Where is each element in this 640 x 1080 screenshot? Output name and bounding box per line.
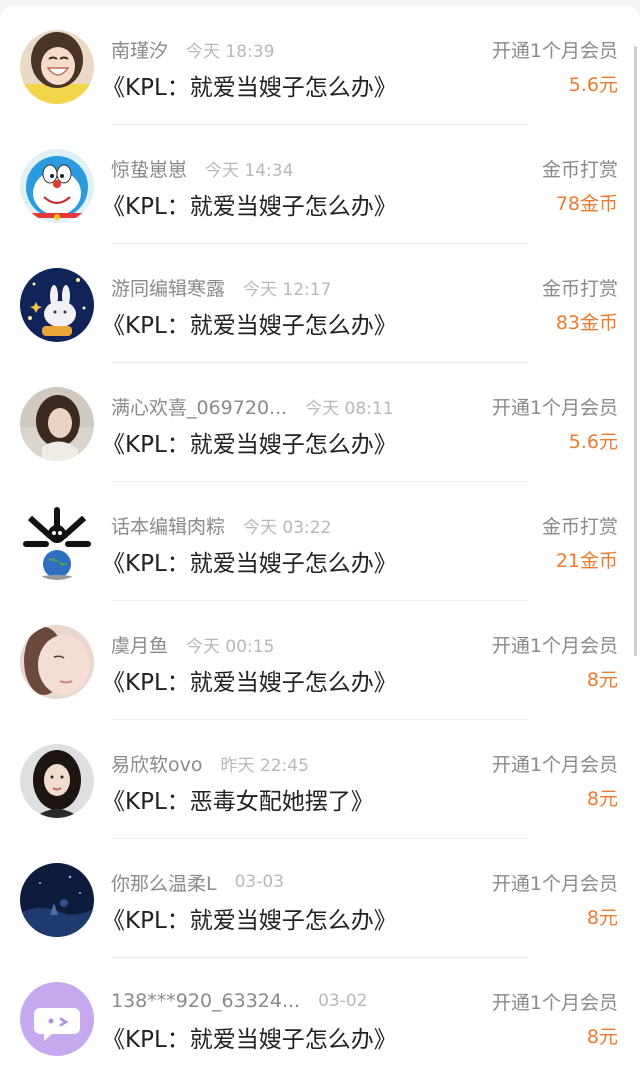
amount: 83金币: [555, 312, 618, 334]
record-list: 南瑾汐 今天 18:39 《KPL：就爱当嫂子怎么办》 开通1个月会员 5.6元: [0, 6, 640, 1080]
timestamp: 今天 08:11: [305, 398, 394, 419]
amount: 5.6元: [568, 74, 618, 96]
girl-portrait-avatar[interactable]: [20, 387, 94, 461]
username[interactable]: 游同编辑寒露: [111, 274, 225, 301]
doraemon-avatar[interactable]: [20, 149, 94, 223]
username[interactable]: 惊蛰崽崽: [111, 155, 187, 182]
dark-hair-girl-avatar[interactable]: [20, 744, 94, 818]
timestamp: 今天 14:34: [205, 160, 294, 181]
timestamp: 今天 12:17: [243, 279, 332, 300]
book-title[interactable]: 《KPL：就爱当嫂子怎么办》: [102, 544, 397, 578]
action-type: 开通1个月会员: [491, 635, 618, 657]
amount: 78金币: [555, 193, 618, 215]
username[interactable]: 虞月鱼: [111, 631, 168, 658]
amount: 8元: [586, 1026, 618, 1048]
timestamp: 今天 03:22: [243, 517, 332, 538]
amount: 8元: [586, 788, 618, 810]
action-type: 开通1个月会员: [491, 397, 618, 419]
username[interactable]: 南瑾汐: [111, 36, 168, 63]
action-type: 金币打赏: [541, 516, 618, 538]
action-type: 开通1个月会员: [491, 992, 618, 1014]
list-item[interactable]: 虞月鱼 今天 00:15 《KPL：就爱当嫂子怎么办》 开通1个月会员 8元: [0, 601, 640, 720]
username[interactable]: 你那么温柔L: [111, 869, 217, 896]
girl-smiling-avatar[interactable]: [20, 30, 94, 104]
timestamp: 今天 00:15: [186, 636, 275, 657]
book-title[interactable]: 《KPL：就爱当嫂子怎么办》: [102, 901, 397, 935]
book-title[interactable]: 《KPL：就爱当嫂子怎么办》: [102, 1020, 397, 1054]
timestamp: 昨天 22:45: [220, 755, 309, 776]
chat-bubble-avatar[interactable]: [20, 982, 94, 1056]
amount: 5.6元: [568, 431, 618, 453]
timestamp: 03-03: [234, 872, 284, 892]
book-title[interactable]: 《KPL：就爱当嫂子怎么办》: [102, 663, 397, 697]
username[interactable]: 易欣软ovo: [111, 750, 203, 777]
list-item[interactable]: 你那么温柔L 03-03 《KPL：就爱当嫂子怎么办》 开通1个月会员 8元: [0, 839, 640, 958]
action-type: 开通1个月会员: [491, 873, 618, 895]
book-title[interactable]: 《KPL：就爱当嫂子怎么办》: [102, 187, 397, 221]
action-type: 金币打赏: [541, 278, 618, 300]
book-title[interactable]: 《KPL：就爱当嫂子怎么办》: [102, 425, 397, 459]
book-title[interactable]: 《KPL：就爱当嫂子怎么办》: [102, 306, 397, 340]
night-scene-avatar[interactable]: [20, 863, 94, 937]
list-item[interactable]: 138***920_63324... 03-02 《KPL：就爱当嫂子怎么办》 …: [0, 958, 640, 1077]
action-type: 开通1个月会员: [491, 754, 618, 776]
list-item[interactable]: 游同编辑寒露 今天 12:17 《KPL：就爱当嫂子怎么办》 金币打赏 83金币: [0, 244, 640, 363]
list-item[interactable]: 惊蛰崽崽 今天 14:34 《KPL：就爱当嫂子怎么办》 金币打赏 78金币: [0, 125, 640, 244]
timestamp: 03-02: [318, 991, 368, 1011]
list-item[interactable]: 满心欢喜_069720... 今天 08:11 《KPL：就爱当嫂子怎么办》 开…: [0, 363, 640, 482]
list-item[interactable]: 话本编辑肉粽 今天 03:22 《KPL：就爱当嫂子怎么办》 金币打赏 21金币: [0, 482, 640, 601]
bone-globe-avatar[interactable]: [20, 506, 94, 580]
action-type: 金币打赏: [541, 159, 618, 181]
action-type: 开通1个月会员: [491, 40, 618, 62]
username[interactable]: 话本编辑肉粽: [111, 512, 225, 539]
night-bunny-avatar[interactable]: [20, 268, 94, 342]
book-title[interactable]: 《KPL：就爱当嫂子怎么办》: [102, 68, 397, 102]
list-item[interactable]: 南瑾汐 今天 18:39 《KPL：就爱当嫂子怎么办》 开通1个月会员 5.6元: [0, 6, 640, 125]
amount: 8元: [586, 907, 618, 929]
list-item[interactable]: 易欣软ovo 昨天 22:45 《KPL：恶毒女配她摆了》 开通1个月会员 8元: [0, 720, 640, 839]
amount: 21金币: [555, 550, 618, 572]
soft-face-avatar[interactable]: [20, 625, 94, 699]
amount: 8元: [586, 669, 618, 691]
timestamp: 今天 18:39: [186, 41, 275, 62]
username[interactable]: 满心欢喜_069720...: [111, 393, 287, 420]
username[interactable]: 138***920_63324...: [111, 990, 300, 1012]
book-title[interactable]: 《KPL：恶毒女配她摆了》: [102, 782, 374, 816]
